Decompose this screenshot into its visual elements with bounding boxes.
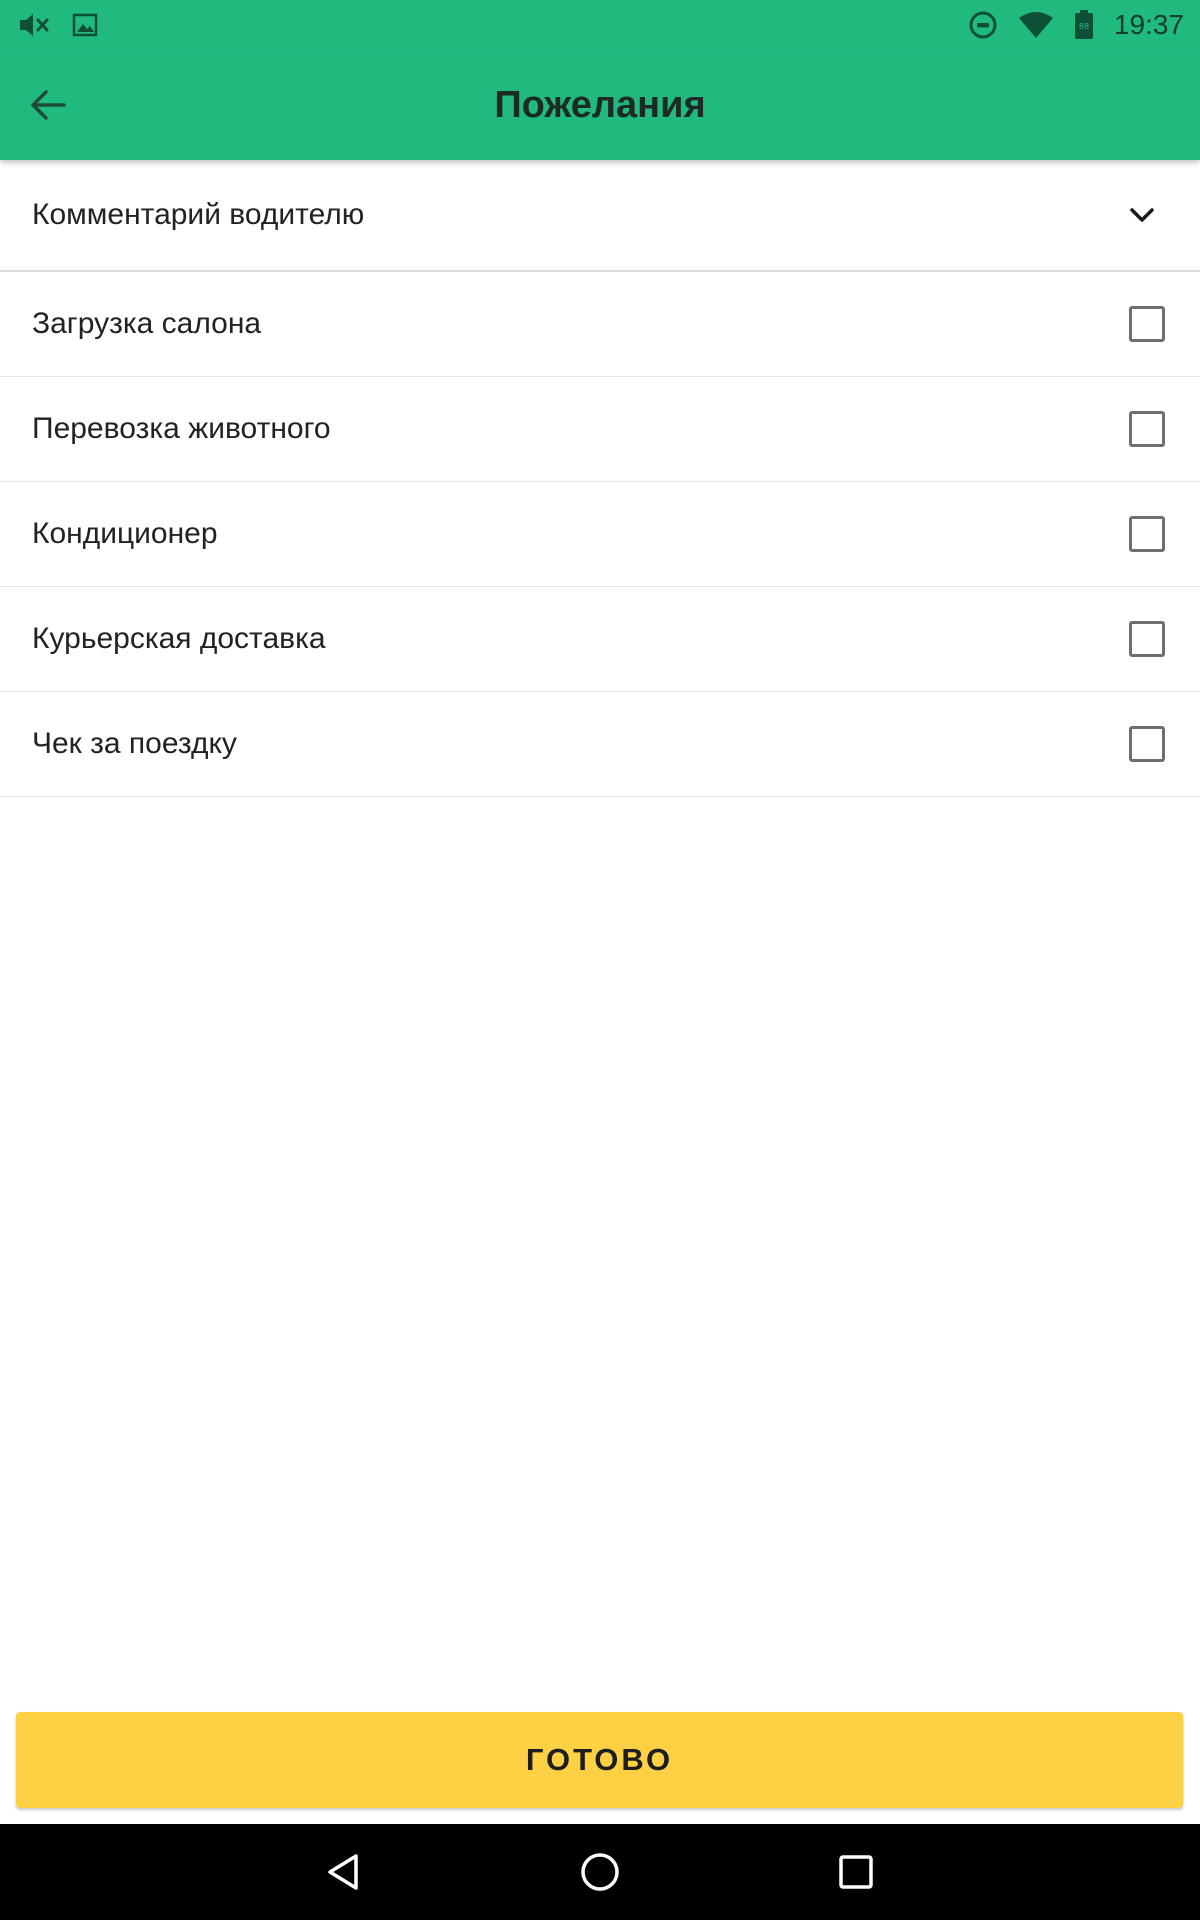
option-label: Перевозка животного <box>32 412 331 445</box>
do-not-disturb-icon <box>968 10 998 40</box>
status-right: 88 19:37 <box>968 9 1184 41</box>
system-nav-bar <box>0 1824 1200 1920</box>
arrow-back-icon <box>28 87 68 123</box>
option-checkbox[interactable] <box>1129 411 1165 447</box>
option-checkbox[interactable] <box>1129 726 1165 762</box>
option-label: Курьерская доставка <box>32 622 326 655</box>
option-checkbox[interactable] <box>1129 306 1165 342</box>
status-bar: 88 19:37 <box>0 0 1200 50</box>
option-row-air-conditioner[interactable]: Кондиционер <box>0 482 1200 587</box>
battery-level-label: 88 <box>1079 22 1089 31</box>
wifi-icon <box>1018 11 1054 39</box>
nav-back-button[interactable] <box>314 1842 374 1902</box>
option-checkbox[interactable] <box>1129 516 1165 552</box>
option-row-pet-transport[interactable]: Перевозка животного <box>0 377 1200 482</box>
driver-comment-dropdown[interactable]: Комментарий водителю <box>0 160 1200 272</box>
nav-back-icon <box>324 1852 364 1892</box>
mute-icon <box>18 11 52 39</box>
back-button[interactable] <box>14 71 82 139</box>
image-icon <box>72 12 98 38</box>
chevron-down-icon <box>1122 195 1162 235</box>
option-label: Чек за поездку <box>32 727 237 760</box>
battery-icon: 88 <box>1074 10 1094 40</box>
app-bar: Пожелания <box>0 50 1200 160</box>
nav-home-button[interactable] <box>570 1842 630 1902</box>
status-left <box>18 11 98 39</box>
option-row-courier-delivery[interactable]: Курьерская доставка <box>0 587 1200 692</box>
preferences-list: Комментарий водителю Загрузка салона Пер… <box>0 160 1200 797</box>
option-label: Загрузка салона <box>32 307 262 340</box>
option-checkbox[interactable] <box>1129 621 1165 657</box>
nav-recents-icon <box>837 1853 875 1891</box>
done-button[interactable]: ГОТОВО <box>16 1712 1183 1808</box>
option-label: Кондиционер <box>32 517 218 550</box>
nav-recents-button[interactable] <box>826 1842 886 1902</box>
nav-home-icon <box>579 1851 621 1893</box>
status-time: 19:37 <box>1113 9 1184 40</box>
driver-comment-label: Комментарий водителю <box>32 198 365 231</box>
option-row-trip-receipt[interactable]: Чек за поездку <box>0 692 1200 797</box>
screen: 88 19:37 Пожелания Комментарий водителю <box>0 0 1200 1920</box>
option-row-cabin-loading[interactable]: Загрузка салона <box>0 272 1200 377</box>
page-title: Пожелания <box>494 83 706 126</box>
